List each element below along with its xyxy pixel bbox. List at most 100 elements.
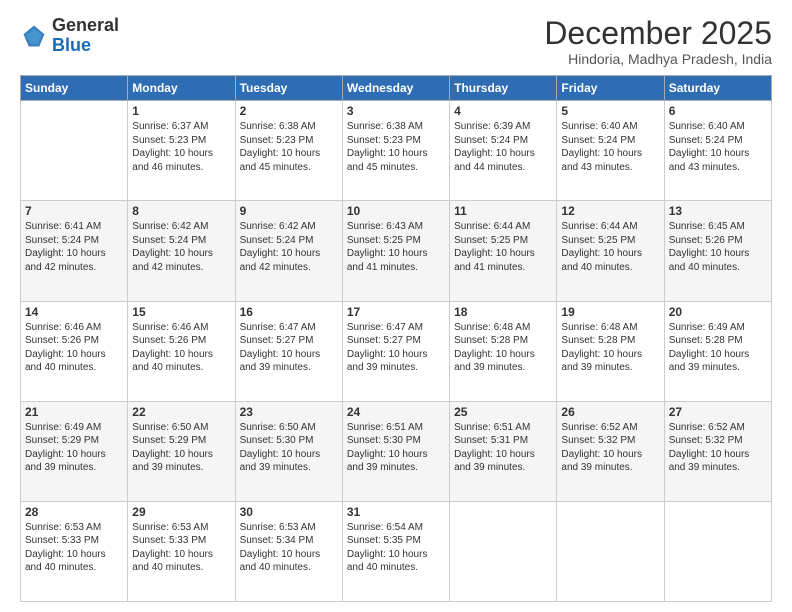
day-number: 5 [561, 104, 659, 118]
day-number: 13 [669, 204, 767, 218]
day-number: 12 [561, 204, 659, 218]
day-info: Sunrise: 6:50 AMSunset: 5:30 PMDaylight:… [240, 421, 338, 475]
day-info: Sunrise: 6:42 AMSunset: 5:24 PMDaylight:… [240, 220, 338, 274]
table-row: 10 Sunrise: 6:43 AMSunset: 5:25 PMDaylig… [342, 201, 449, 301]
day-number: 15 [132, 305, 230, 319]
day-number: 21 [25, 405, 123, 419]
day-number: 3 [347, 104, 445, 118]
day-number: 2 [240, 104, 338, 118]
table-row: 20 Sunrise: 6:49 AMSunset: 5:28 PMDaylig… [664, 301, 771, 401]
table-row: 23 Sunrise: 6:50 AMSunset: 5:30 PMDaylig… [235, 401, 342, 501]
table-row: 2 Sunrise: 6:38 AMSunset: 5:23 PMDayligh… [235, 101, 342, 201]
table-row: 14 Sunrise: 6:46 AMSunset: 5:26 PMDaylig… [21, 301, 128, 401]
calendar-week-row: 1 Sunrise: 6:37 AMSunset: 5:23 PMDayligh… [21, 101, 772, 201]
table-row: 4 Sunrise: 6:39 AMSunset: 5:24 PMDayligh… [450, 101, 557, 201]
weekday-header-row: Sunday Monday Tuesday Wednesday Thursday… [21, 76, 772, 101]
table-row: 9 Sunrise: 6:42 AMSunset: 5:24 PMDayligh… [235, 201, 342, 301]
table-row: 28 Sunrise: 6:53 AMSunset: 5:33 PMDaylig… [21, 501, 128, 601]
table-row: 25 Sunrise: 6:51 AMSunset: 5:31 PMDaylig… [450, 401, 557, 501]
page: General Blue December 2025 Hindoria, Mad… [0, 0, 792, 612]
table-row: 6 Sunrise: 6:40 AMSunset: 5:24 PMDayligh… [664, 101, 771, 201]
table-row: 18 Sunrise: 6:48 AMSunset: 5:28 PMDaylig… [450, 301, 557, 401]
day-number: 20 [669, 305, 767, 319]
day-number: 18 [454, 305, 552, 319]
header: General Blue December 2025 Hindoria, Mad… [20, 16, 772, 67]
title-block: December 2025 Hindoria, Madhya Pradesh, … [544, 16, 772, 67]
logo: General Blue [20, 16, 119, 56]
table-row [21, 101, 128, 201]
subtitle: Hindoria, Madhya Pradesh, India [544, 51, 772, 67]
day-number: 1 [132, 104, 230, 118]
day-number: 7 [25, 204, 123, 218]
day-info: Sunrise: 6:41 AMSunset: 5:24 PMDaylight:… [25, 220, 123, 274]
table-row: 7 Sunrise: 6:41 AMSunset: 5:24 PMDayligh… [21, 201, 128, 301]
day-info: Sunrise: 6:53 AMSunset: 5:33 PMDaylight:… [132, 521, 230, 575]
day-info: Sunrise: 6:40 AMSunset: 5:24 PMDaylight:… [669, 120, 767, 174]
day-number: 16 [240, 305, 338, 319]
header-saturday: Saturday [664, 76, 771, 101]
day-info: Sunrise: 6:46 AMSunset: 5:26 PMDaylight:… [25, 321, 123, 375]
day-info: Sunrise: 6:38 AMSunset: 5:23 PMDaylight:… [347, 120, 445, 174]
day-number: 26 [561, 405, 659, 419]
table-row: 31 Sunrise: 6:54 AMSunset: 5:35 PMDaylig… [342, 501, 449, 601]
logo-blue-text: Blue [52, 35, 91, 55]
day-info: Sunrise: 6:37 AMSunset: 5:23 PMDaylight:… [132, 120, 230, 174]
header-friday: Friday [557, 76, 664, 101]
calendar-week-row: 28 Sunrise: 6:53 AMSunset: 5:33 PMDaylig… [21, 501, 772, 601]
table-row: 12 Sunrise: 6:44 AMSunset: 5:25 PMDaylig… [557, 201, 664, 301]
table-row: 11 Sunrise: 6:44 AMSunset: 5:25 PMDaylig… [450, 201, 557, 301]
day-info: Sunrise: 6:38 AMSunset: 5:23 PMDaylight:… [240, 120, 338, 174]
day-info: Sunrise: 6:53 AMSunset: 5:34 PMDaylight:… [240, 521, 338, 575]
day-info: Sunrise: 6:48 AMSunset: 5:28 PMDaylight:… [561, 321, 659, 375]
table-row: 15 Sunrise: 6:46 AMSunset: 5:26 PMDaylig… [128, 301, 235, 401]
day-info: Sunrise: 6:51 AMSunset: 5:30 PMDaylight:… [347, 421, 445, 475]
table-row: 24 Sunrise: 6:51 AMSunset: 5:30 PMDaylig… [342, 401, 449, 501]
day-number: 17 [347, 305, 445, 319]
table-row: 27 Sunrise: 6:52 AMSunset: 5:32 PMDaylig… [664, 401, 771, 501]
main-title: December 2025 [544, 16, 772, 51]
day-info: Sunrise: 6:44 AMSunset: 5:25 PMDaylight:… [561, 220, 659, 274]
day-number: 29 [132, 505, 230, 519]
calendar-week-row: 14 Sunrise: 6:46 AMSunset: 5:26 PMDaylig… [21, 301, 772, 401]
day-info: Sunrise: 6:50 AMSunset: 5:29 PMDaylight:… [132, 421, 230, 475]
day-info: Sunrise: 6:47 AMSunset: 5:27 PMDaylight:… [240, 321, 338, 375]
day-info: Sunrise: 6:49 AMSunset: 5:29 PMDaylight:… [25, 421, 123, 475]
day-info: Sunrise: 6:47 AMSunset: 5:27 PMDaylight:… [347, 321, 445, 375]
calendar-week-row: 7 Sunrise: 6:41 AMSunset: 5:24 PMDayligh… [21, 201, 772, 301]
day-number: 28 [25, 505, 123, 519]
header-thursday: Thursday [450, 76, 557, 101]
table-row: 16 Sunrise: 6:47 AMSunset: 5:27 PMDaylig… [235, 301, 342, 401]
header-tuesday: Tuesday [235, 76, 342, 101]
table-row: 19 Sunrise: 6:48 AMSunset: 5:28 PMDaylig… [557, 301, 664, 401]
day-number: 30 [240, 505, 338, 519]
day-number: 24 [347, 405, 445, 419]
day-info: Sunrise: 6:45 AMSunset: 5:26 PMDaylight:… [669, 220, 767, 274]
table-row: 17 Sunrise: 6:47 AMSunset: 5:27 PMDaylig… [342, 301, 449, 401]
table-row [450, 501, 557, 601]
day-number: 27 [669, 405, 767, 419]
day-number: 4 [454, 104, 552, 118]
day-info: Sunrise: 6:44 AMSunset: 5:25 PMDaylight:… [454, 220, 552, 274]
table-row: 21 Sunrise: 6:49 AMSunset: 5:29 PMDaylig… [21, 401, 128, 501]
day-info: Sunrise: 6:52 AMSunset: 5:32 PMDaylight:… [669, 421, 767, 475]
day-info: Sunrise: 6:54 AMSunset: 5:35 PMDaylight:… [347, 521, 445, 575]
table-row [664, 501, 771, 601]
day-number: 31 [347, 505, 445, 519]
header-monday: Monday [128, 76, 235, 101]
day-info: Sunrise: 6:40 AMSunset: 5:24 PMDaylight:… [561, 120, 659, 174]
day-number: 19 [561, 305, 659, 319]
table-row: 5 Sunrise: 6:40 AMSunset: 5:24 PMDayligh… [557, 101, 664, 201]
day-info: Sunrise: 6:51 AMSunset: 5:31 PMDaylight:… [454, 421, 552, 475]
day-number: 25 [454, 405, 552, 419]
day-number: 8 [132, 204, 230, 218]
logo-icon [20, 22, 48, 50]
calendar-table: Sunday Monday Tuesday Wednesday Thursday… [20, 75, 772, 602]
day-info: Sunrise: 6:52 AMSunset: 5:32 PMDaylight:… [561, 421, 659, 475]
day-number: 11 [454, 204, 552, 218]
header-wednesday: Wednesday [342, 76, 449, 101]
table-row: 29 Sunrise: 6:53 AMSunset: 5:33 PMDaylig… [128, 501, 235, 601]
table-row: 26 Sunrise: 6:52 AMSunset: 5:32 PMDaylig… [557, 401, 664, 501]
day-number: 6 [669, 104, 767, 118]
day-number: 10 [347, 204, 445, 218]
day-number: 14 [25, 305, 123, 319]
